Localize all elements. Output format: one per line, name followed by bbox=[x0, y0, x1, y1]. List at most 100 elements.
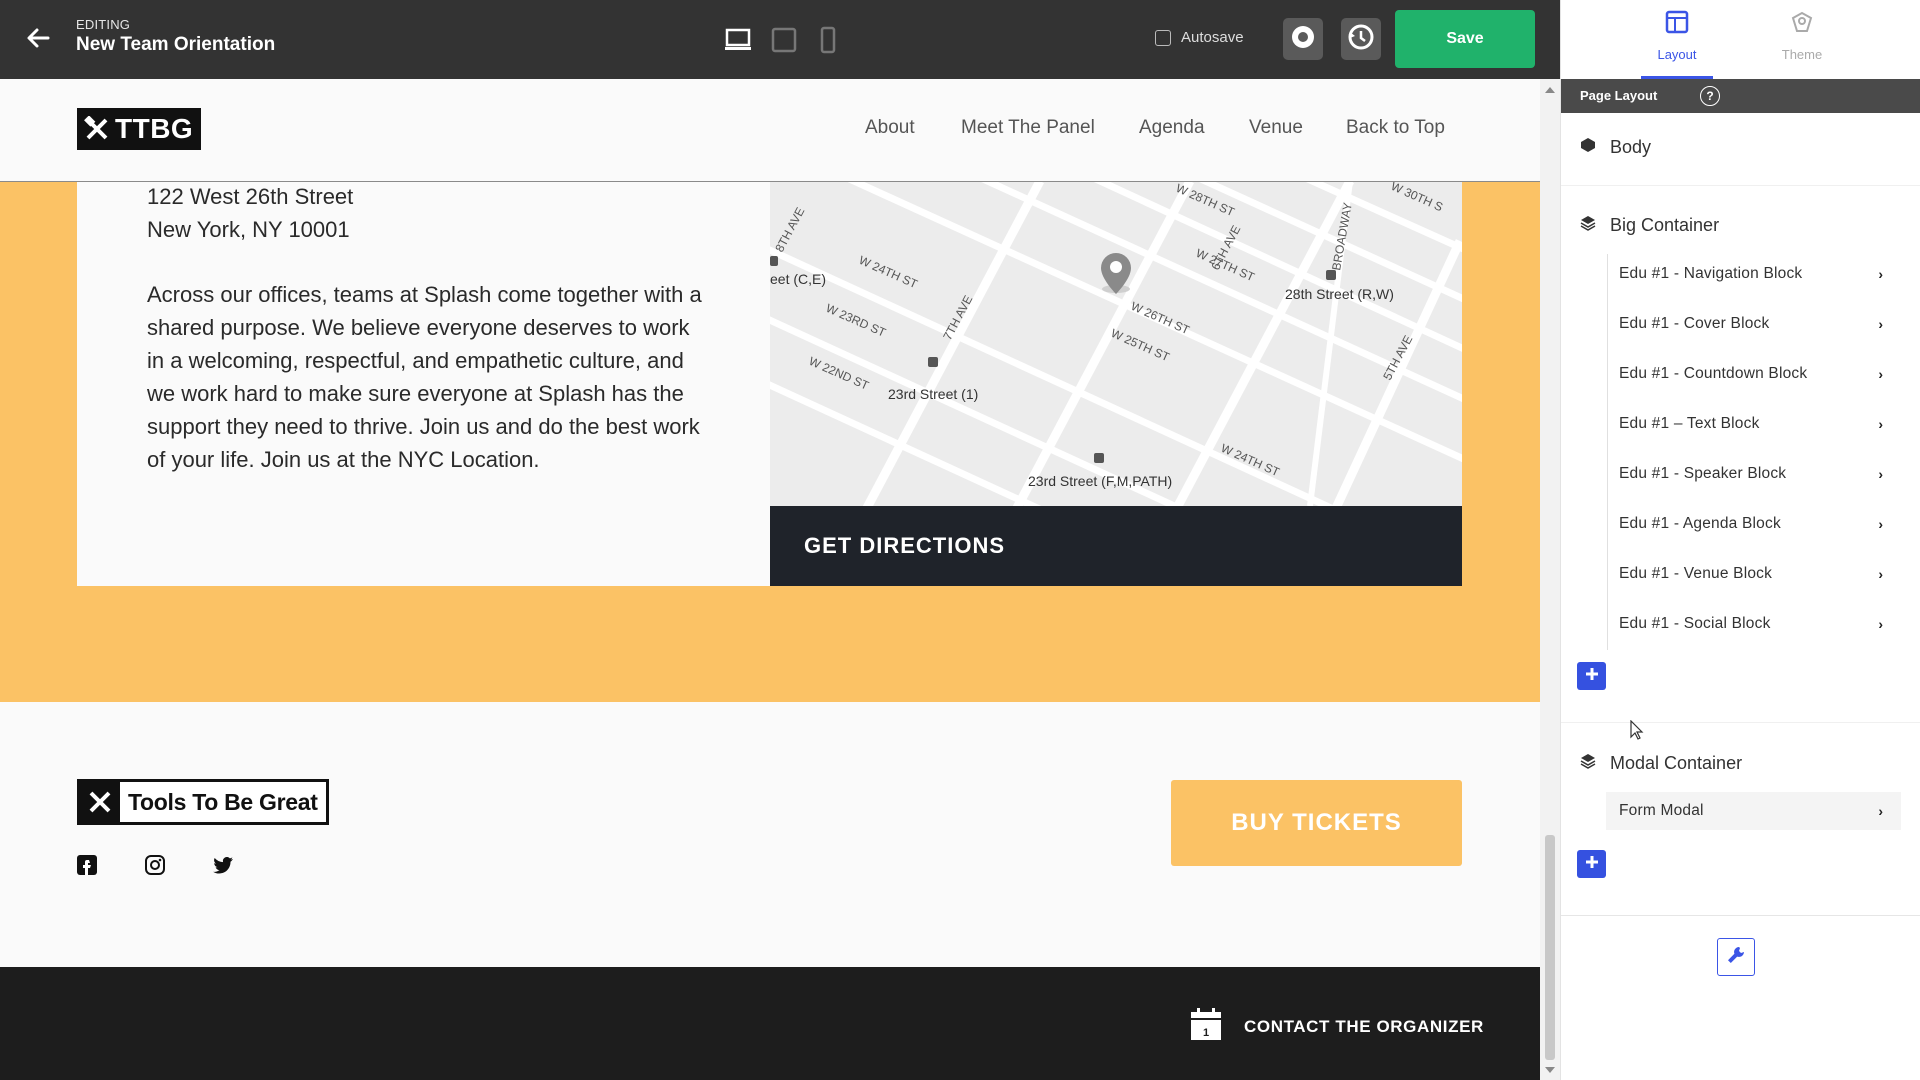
autosave-label: Autosave bbox=[1181, 29, 1244, 46]
venue-map[interactable]: 23rd Street (1) 28th Street (R,W) 23rd S… bbox=[770, 181, 1462, 506]
facebook-icon[interactable] bbox=[76, 854, 98, 876]
nav-about[interactable]: About bbox=[865, 117, 915, 139]
back-arrow-icon[interactable] bbox=[22, 22, 54, 54]
nav-venue[interactable]: Venue bbox=[1249, 117, 1303, 139]
chevron-right-icon: › bbox=[1878, 416, 1883, 432]
layout-icon bbox=[1665, 10, 1689, 39]
map-label: 23rd Street (1) bbox=[888, 386, 978, 402]
page-layout-header: Page Layout ? bbox=[1561, 79, 1920, 113]
scroll-down-arrow[interactable] bbox=[1545, 1067, 1555, 1073]
footer-logo[interactable]: Tools To Be Great bbox=[77, 779, 329, 825]
divider bbox=[1561, 185, 1920, 186]
scroll-thumb[interactable] bbox=[1545, 835, 1555, 1060]
nav-back-to-top[interactable]: Back to Top bbox=[1346, 117, 1445, 139]
history-icon bbox=[1346, 22, 1376, 57]
plus-icon bbox=[1585, 667, 1599, 686]
tree-item-label: Edu #1 - Navigation Block bbox=[1619, 265, 1803, 282]
settings-button[interactable] bbox=[1717, 938, 1755, 976]
desktop-view-icon[interactable] bbox=[724, 26, 752, 54]
page-layout-title: Page Layout bbox=[1580, 88, 1658, 103]
help-icon[interactable]: ? bbox=[1700, 86, 1720, 106]
tab-theme-label: Theme bbox=[1781, 47, 1823, 62]
tree-modal-container[interactable]: Modal Container bbox=[1580, 753, 1742, 774]
map-pin-icon bbox=[1101, 253, 1131, 294]
add-modal-button[interactable] bbox=[1577, 850, 1606, 878]
venue-description: Across our offices, teams at Splash come… bbox=[147, 282, 702, 472]
tree-item-label: Edu #1 - Countdown Block bbox=[1619, 365, 1808, 382]
canvas-scrollbar[interactable] bbox=[1540, 79, 1560, 1080]
tree-item-social-block[interactable]: Edu #1 - Social Block › bbox=[1606, 605, 1901, 643]
logo-text: TTBG bbox=[115, 113, 200, 145]
tree-item-cover-block[interactable]: Edu #1 - Cover Block › bbox=[1606, 305, 1901, 343]
tab-layout[interactable]: Layout bbox=[1622, 0, 1732, 79]
history-button[interactable] bbox=[1341, 18, 1381, 60]
contact-organizer-label: CONTACT THE ORGANIZER bbox=[1244, 1016, 1484, 1036]
tab-layout-label: Layout bbox=[1657, 47, 1697, 62]
chevron-right-icon: › bbox=[1878, 316, 1883, 332]
chevron-right-icon: › bbox=[1878, 566, 1883, 582]
venue-card: 122 West 26th Street New York, NY 10001 … bbox=[77, 181, 1462, 586]
eye-icon bbox=[1288, 22, 1318, 57]
plus-icon bbox=[1585, 855, 1599, 874]
layers-icon bbox=[1580, 215, 1596, 236]
layers-icon bbox=[1580, 753, 1596, 774]
page-preview: TTBG About Meet The Panel Agenda Venue B… bbox=[0, 79, 1540, 1080]
tree-item-text-block[interactable]: Edu #1 – Text Block › bbox=[1606, 405, 1901, 443]
mouse-cursor-icon bbox=[1630, 719, 1644, 740]
instagram-icon[interactable] bbox=[144, 854, 166, 876]
tree-item-speaker-block[interactable]: Edu #1 - Speaker Block › bbox=[1606, 455, 1901, 493]
twitter-icon[interactable] bbox=[212, 854, 234, 876]
add-block-button[interactable] bbox=[1577, 662, 1606, 690]
calendar-icon: 1 bbox=[1190, 1007, 1222, 1046]
tablet-view-icon[interactable] bbox=[770, 26, 798, 54]
save-button[interactable]: Save bbox=[1395, 10, 1535, 68]
chevron-right-icon: › bbox=[1878, 366, 1883, 382]
map-label: 23rd Street (F,M,PATH) bbox=[1028, 473, 1172, 489]
tree-item-navigation-block[interactable]: Edu #1 - Navigation Block › bbox=[1606, 255, 1901, 293]
layout-panel: Layout Theme Page Layout ? Body Big Cont… bbox=[1560, 0, 1920, 1080]
tree-body-label: Body bbox=[1610, 137, 1652, 157]
nav-meet-the-panel[interactable]: Meet The Panel bbox=[961, 117, 1095, 139]
page-title: New Team Orientation bbox=[76, 34, 276, 55]
tree-item-label: Edu #1 - Speaker Block bbox=[1619, 465, 1787, 482]
nav-agenda[interactable]: Agenda bbox=[1139, 117, 1205, 139]
tree-body[interactable]: Body bbox=[1580, 137, 1651, 158]
editor-toolbar: EDITING New Team Orientation Autosave Sa… bbox=[0, 0, 1560, 79]
tree-item-label: Edu #1 - Venue Block bbox=[1619, 565, 1773, 582]
editing-label: EDITING bbox=[76, 17, 131, 32]
tree-big-container[interactable]: Big Container bbox=[1580, 215, 1719, 236]
divider bbox=[1561, 915, 1920, 916]
theme-icon bbox=[1790, 10, 1814, 39]
tab-theme[interactable]: Theme bbox=[1747, 0, 1857, 79]
get-directions-button[interactable]: GET DIRECTIONS bbox=[770, 506, 1462, 586]
tree-item-form-modal[interactable]: Form Modal › bbox=[1606, 792, 1901, 830]
tools-icon bbox=[80, 782, 120, 822]
tree-big-container-label: Big Container bbox=[1610, 215, 1720, 235]
autosave-checkbox[interactable] bbox=[1155, 29, 1171, 46]
chevron-right-icon: › bbox=[1878, 466, 1883, 482]
preview-button[interactable] bbox=[1283, 18, 1323, 60]
tree-item-venue-block[interactable]: Edu #1 - Venue Block › bbox=[1606, 555, 1901, 593]
scroll-up-arrow[interactable] bbox=[1545, 87, 1555, 93]
divider bbox=[1561, 722, 1920, 723]
tools-icon bbox=[79, 110, 115, 148]
address-line-1: 122 West 26th Street bbox=[147, 184, 354, 209]
tree-item-agenda-block[interactable]: Edu #1 - Agenda Block › bbox=[1606, 505, 1901, 543]
buy-tickets-button[interactable]: BUY TICKETS bbox=[1171, 780, 1462, 866]
mobile-view-icon[interactable] bbox=[814, 26, 842, 54]
tree-item-label: Form Modal bbox=[1619, 802, 1704, 819]
tree-item-label: Edu #1 – Text Block bbox=[1619, 415, 1760, 432]
autosave-toggle[interactable]: Autosave bbox=[1155, 29, 1244, 46]
contact-organizer-link[interactable]: 1 CONTACT THE ORGANIZER bbox=[1190, 1007, 1484, 1046]
tree-modal-container-label: Modal Container bbox=[1610, 753, 1743, 773]
tree-item-label: Edu #1 - Social Block bbox=[1619, 615, 1771, 632]
site-navigation: TTBG About Meet The Panel Agenda Venue B… bbox=[0, 79, 1540, 182]
footer-logo-text: Tools To Be Great bbox=[128, 788, 318, 815]
tree-item-countdown-block[interactable]: Edu #1 - Countdown Block › bbox=[1606, 355, 1901, 393]
chevron-right-icon: › bbox=[1878, 803, 1883, 819]
address-line-2: New York, NY 10001 bbox=[147, 217, 350, 242]
ttbg-logo[interactable]: TTBG bbox=[77, 108, 202, 150]
tree-item-label: Edu #1 - Agenda Block bbox=[1619, 515, 1781, 532]
map-label: 28th Street (R,W) bbox=[1285, 286, 1394, 302]
tree-item-label: Edu #1 - Cover Block bbox=[1619, 315, 1770, 332]
